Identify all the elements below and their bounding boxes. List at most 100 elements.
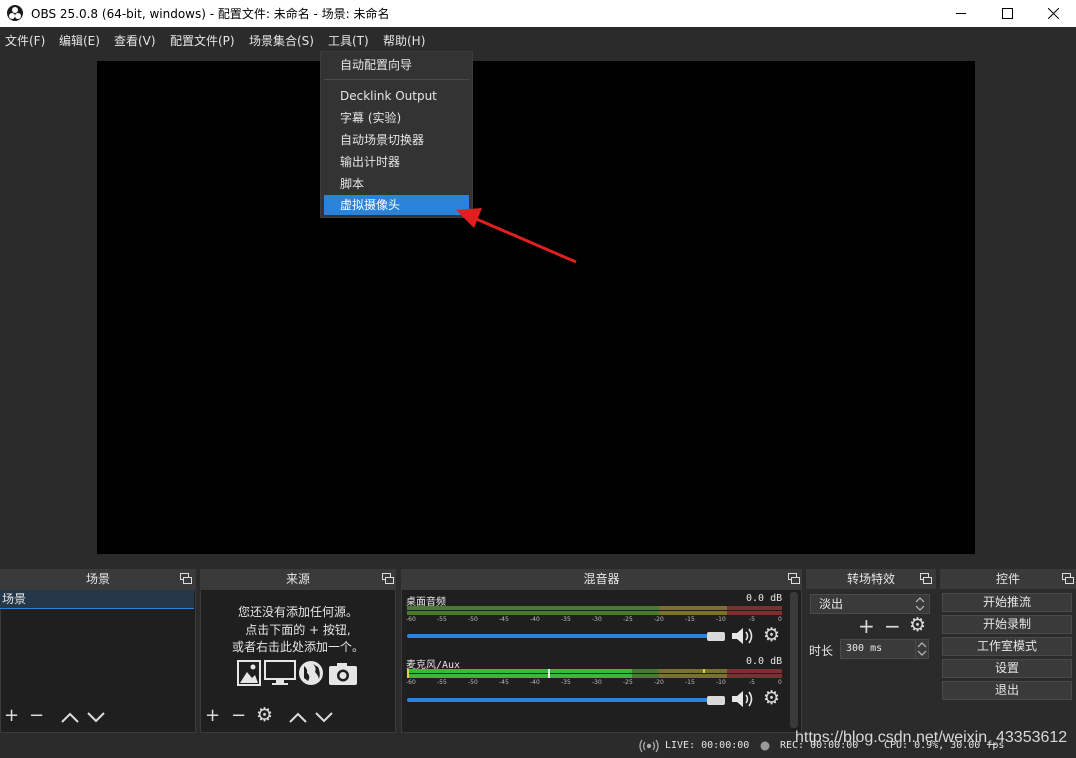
menu-file[interactable]: 文件(F)	[5, 32, 45, 49]
close-icon	[1047, 8, 1059, 19]
channel-settings-gear-icon[interactable]: ⚙	[763, 689, 780, 708]
transition-select[interactable]: 淡出	[810, 594, 930, 614]
volume-meter-active	[552, 674, 632, 678]
duration-value: 300 ms	[846, 643, 883, 654]
watermark-text: https://blog.csdn.net/weixin_43353612	[795, 729, 1068, 746]
maximize-icon	[1001, 8, 1013, 19]
volume-slider-handle[interactable]	[707, 696, 725, 705]
speaker-icon[interactable]	[731, 690, 755, 708]
undock-icon[interactable]	[788, 573, 800, 584]
start-streaming-button[interactable]: 开始推流	[942, 593, 1072, 612]
studio-mode-button[interactable]: 工作室模式	[942, 637, 1072, 656]
duration-spinner-icon[interactable]	[915, 639, 929, 659]
volume-slider-handle[interactable]	[707, 632, 725, 641]
tick-label: -5	[749, 679, 755, 686]
menu-item-captions[interactable]: 字幕 (实验)	[324, 108, 469, 128]
remove-source-button[interactable]: −	[231, 707, 246, 725]
obs-logo-icon	[7, 5, 23, 21]
menu-item-scripts[interactable]: 脚本	[324, 174, 469, 194]
minimize-icon	[955, 13, 966, 14]
tick-label: -10	[716, 679, 726, 686]
preview-canvas[interactable]	[97, 61, 975, 554]
duration-input[interactable]: 300 ms	[840, 639, 916, 659]
volume-meter-active	[552, 669, 632, 673]
menu-item-virtual-camera[interactable]: 虚拟摄像头	[324, 195, 469, 215]
menu-view[interactable]: 查看(V)	[114, 32, 156, 49]
transition-selected-value: 淡出	[819, 597, 844, 611]
close-button[interactable]	[1030, 0, 1076, 27]
tick-label: -50	[468, 679, 478, 686]
peak-marker	[407, 669, 409, 678]
volume-meter	[407, 606, 659, 610]
menu-edit[interactable]: 编辑(E)	[59, 32, 100, 49]
browser-source-icon	[299, 661, 323, 685]
tick-label: 0	[778, 616, 782, 623]
volume-meter-active	[407, 674, 552, 678]
volume-meter-active	[407, 669, 552, 673]
image-source-icon	[237, 660, 261, 686]
exit-button[interactable]: 退出	[942, 681, 1072, 700]
move-down-icon[interactable]	[315, 712, 333, 723]
menu-item-scene-switcher[interactable]: 自动场景切换器	[324, 130, 469, 150]
minimize-button[interactable]	[938, 0, 984, 27]
mixer-scrollbar[interactable]	[790, 592, 798, 728]
tick-label: -15	[685, 616, 695, 623]
volume-meter	[727, 669, 782, 673]
volume-meter	[632, 669, 659, 673]
menu-scene-collection[interactable]: 场景集合(S)	[249, 32, 314, 49]
tick-label: -55	[437, 679, 447, 686]
menu-profile[interactable]: 配置文件(P)	[170, 32, 235, 49]
volume-meter	[727, 606, 782, 610]
transitions-dock-title: 转场特效	[846, 572, 895, 586]
chevron-updown-icon	[915, 597, 925, 611]
remove-scene-button[interactable]: −	[29, 707, 44, 725]
tick-label: -60	[406, 679, 416, 686]
tick-label: -30	[592, 616, 602, 623]
controls-dock-title: 控件	[995, 572, 1020, 586]
volume-meter	[407, 611, 659, 615]
scenes-dock-title: 场景	[85, 572, 110, 586]
undock-icon[interactable]	[180, 573, 192, 584]
tick-label: -45	[499, 616, 509, 623]
menu-tools[interactable]: 工具(T)	[328, 32, 369, 49]
undock-icon[interactable]	[920, 573, 932, 584]
tools-menu-dropdown: 自动配置向导 Decklink Output 字幕 (实验) 自动场景切换器 输…	[320, 51, 473, 218]
tick-label: -35	[561, 679, 571, 686]
maximize-button[interactable]	[984, 0, 1030, 27]
add-source-button[interactable]: +	[205, 707, 220, 725]
add-scene-button[interactable]: +	[4, 707, 19, 725]
move-up-icon[interactable]	[61, 712, 79, 723]
camera-source-icon	[329, 663, 357, 685]
move-up-icon[interactable]	[289, 712, 307, 723]
volume-meter	[659, 611, 727, 615]
menu-help[interactable]: 帮助(H)	[383, 32, 425, 49]
remove-transition-button[interactable]: −	[884, 616, 901, 636]
tick-label: -35	[561, 616, 571, 623]
menu-item-decklink-output[interactable]: Decklink Output	[324, 86, 469, 106]
sources-empty-line: 点击下面的 + 按钮,	[245, 623, 351, 637]
volume-slider[interactable]	[407, 698, 717, 702]
tick-label: 0	[778, 679, 782, 686]
volume-meter	[727, 674, 782, 678]
live-timer: LIVE: 00:00:00	[665, 740, 750, 751]
scene-list-item[interactable]: 场景	[0, 590, 194, 609]
settings-button[interactable]: 设置	[942, 659, 1072, 678]
start-recording-button[interactable]: 开始录制	[942, 615, 1072, 634]
peak-marker	[548, 669, 550, 678]
undock-icon[interactable]	[382, 573, 394, 584]
move-down-icon[interactable]	[87, 712, 105, 723]
transition-properties-gear-icon[interactable]: ⚙	[909, 616, 926, 635]
menu-item-output-timer[interactable]: 输出计时器	[324, 152, 469, 172]
mixer-dock-title: 混音器	[583, 572, 620, 586]
undock-icon[interactable]	[1062, 573, 1074, 584]
scenes-dock-header: 场景	[0, 569, 196, 589]
speaker-icon[interactable]	[731, 627, 755, 645]
menu-item-auto-config[interactable]: 自动配置向导	[324, 55, 469, 75]
source-properties-gear-icon[interactable]: ⚙	[256, 706, 273, 725]
add-transition-button[interactable]: +	[858, 616, 875, 636]
tick-label: -30	[592, 679, 602, 686]
window-title: OBS 25.0.8 (64-bit, windows) - 配置文件: 未命名…	[31, 7, 390, 21]
title-bar: OBS 25.0.8 (64-bit, windows) - 配置文件: 未命名…	[0, 0, 1076, 27]
volume-slider[interactable]	[407, 634, 717, 638]
channel-settings-gear-icon[interactable]: ⚙	[763, 626, 780, 645]
